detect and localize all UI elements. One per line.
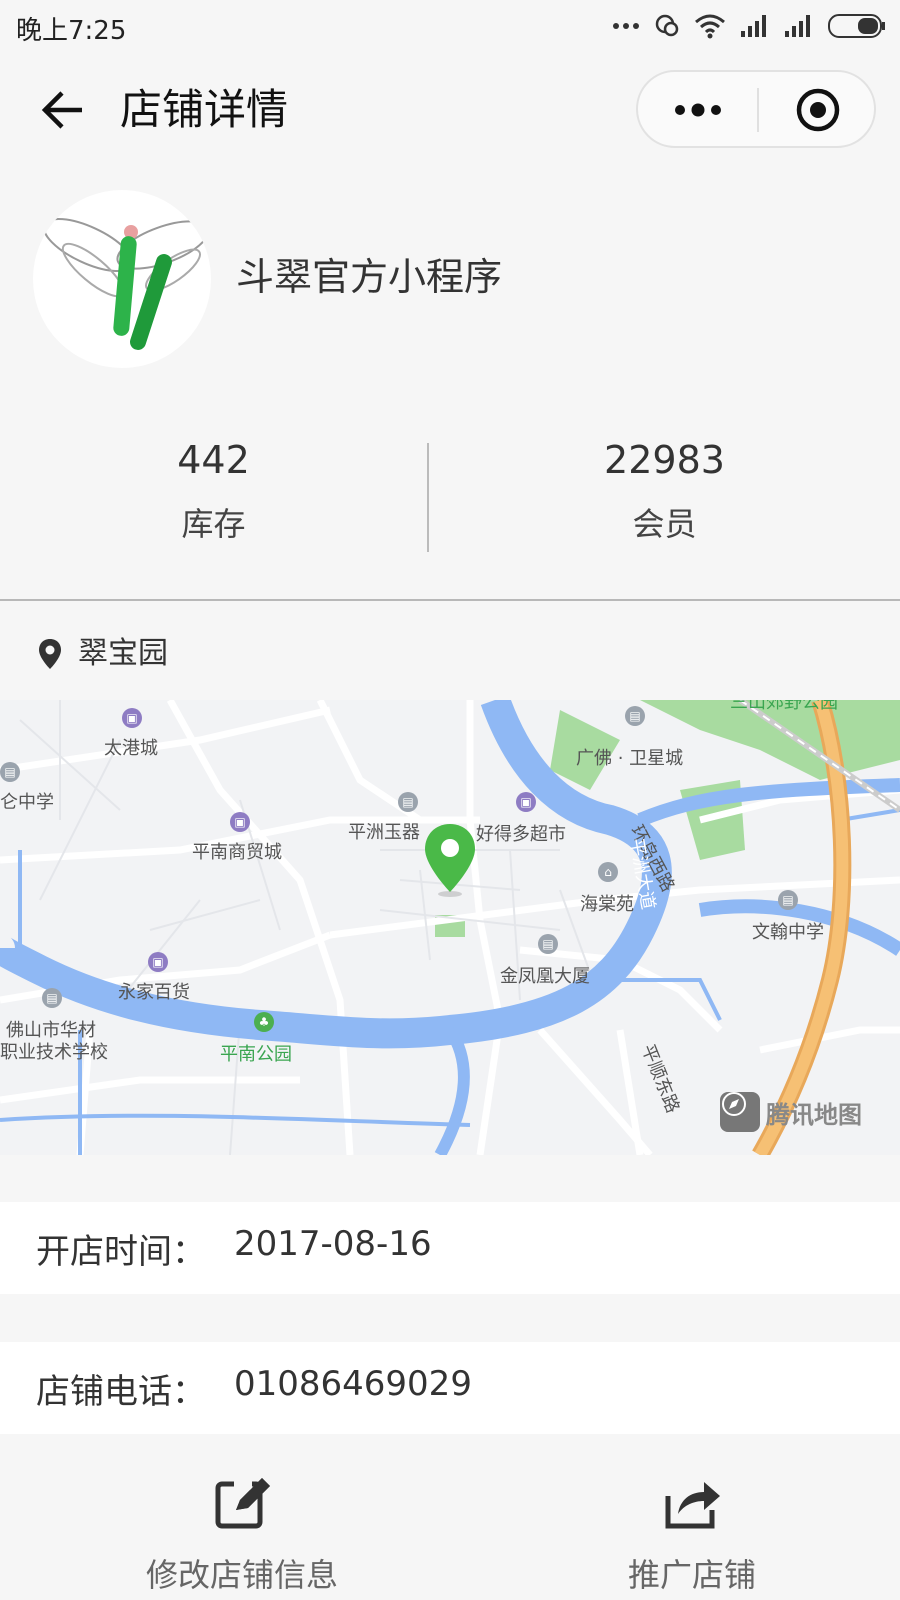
- stat-inventory[interactable]: 442 库存: [0, 435, 427, 545]
- signal-icon: [741, 15, 766, 37]
- map-attribution: 腾讯地图: [720, 1090, 890, 1134]
- capsule-close-button[interactable]: [778, 82, 858, 138]
- cart-icon: ▣: [148, 952, 168, 972]
- map-label-yongjia: 永家百货: [118, 982, 190, 1003]
- back-button[interactable]: [34, 82, 90, 138]
- map-label-haode: 好得多超市: [476, 824, 566, 845]
- map-label-wenhan: 文翰中学: [752, 922, 824, 943]
- building-icon: ▤: [398, 792, 418, 812]
- miniapp-capsule: [636, 70, 876, 148]
- building-icon: ▤: [538, 934, 558, 954]
- edit-icon: [215, 1478, 270, 1529]
- edit-shop-label: 修改店铺信息: [145, 1556, 338, 1594]
- school-icon: ▤: [42, 988, 62, 1008]
- cart-icon: ▣: [516, 792, 536, 812]
- location-name: 翠宝园: [78, 636, 168, 671]
- shop-name: 斗翠官方小程序: [236, 255, 503, 299]
- map-label-pingzhou-yuqi: 平洲玉器: [348, 822, 420, 843]
- school-icon: ▤: [778, 890, 798, 910]
- stat-members[interactable]: 22983 会员: [429, 435, 900, 545]
- shop-stats: 442 库存 22983 会员: [0, 435, 900, 555]
- map-label-jinfenghuang: 金凤凰大厦: [500, 966, 590, 987]
- home-icon: ⌂: [598, 862, 618, 882]
- phone-row[interactable]: 店铺电话： 01086469029: [0, 1342, 900, 1434]
- status-bar: 晚上7:25: [0, 0, 900, 54]
- shop-avatar: [33, 190, 211, 368]
- bottom-action-bar: 修改店铺信息 推广店铺: [0, 1434, 900, 1600]
- signal-icon-2: [785, 15, 810, 37]
- compass-icon: [720, 1092, 760, 1132]
- wifi-icon: [695, 14, 725, 39]
- open-date-row: 开店时间： 2017-08-16: [0, 1202, 900, 1294]
- location-pin-icon: [39, 639, 61, 669]
- map-label-haitang: 海棠苑: [580, 894, 634, 915]
- promote-shop-button[interactable]: 推广店铺: [542, 1474, 842, 1596]
- shopping-icon: ▣: [122, 708, 142, 728]
- map-view[interactable]: ▣ 太港城 ▤ 广佛 · 卫星城 ▤ 仑中学 ▣ 平南商贸城 ▤ 平洲玉器 ▣ …: [0, 700, 900, 1155]
- stat-members-value: 22983: [604, 438, 725, 482]
- sync-icon: [655, 14, 679, 37]
- stats-divider: [427, 443, 429, 552]
- school-icon: ▤: [0, 762, 20, 782]
- section-divider: [0, 599, 900, 601]
- phone-label: 店铺电话：: [36, 1372, 206, 1412]
- page-title: 店铺详情: [120, 85, 289, 134]
- map-label-taigang: 太港城: [104, 738, 158, 759]
- open-date-label: 开店时间：: [36, 1232, 206, 1272]
- dragonfly-logo-icon: [42, 217, 210, 350]
- map-pin-icon: [425, 824, 475, 897]
- stat-inventory-label: 库存: [181, 505, 246, 543]
- capsule-divider: [757, 88, 759, 132]
- share-icon: [665, 1482, 720, 1529]
- map-label-top-park: 三山郊野公园: [730, 700, 838, 713]
- map-label-pingnan-shangmao: 平南商贸城: [192, 842, 282, 863]
- status-time: 晚上7:25: [16, 16, 127, 46]
- map-label-pingnan-park: 平南公园: [220, 1044, 292, 1065]
- park-icon: ♣: [254, 1012, 274, 1032]
- map-label-zhongxue: 仑中学: [0, 792, 54, 813]
- nav-bar: 店铺详情: [0, 62, 900, 158]
- promote-shop-label: 推广店铺: [627, 1556, 756, 1594]
- map-label-guangfo: 广佛 · 卫星城: [576, 748, 684, 769]
- more-dots-icon: [675, 103, 721, 117]
- shopping-icon: ▣: [230, 812, 250, 832]
- status-icons: [612, 8, 886, 44]
- shop-location[interactable]: 翠宝园: [0, 630, 900, 680]
- edit-shop-button[interactable]: 修改店铺信息: [92, 1474, 392, 1596]
- map-label-foshan-huacai-2: 职业技术学校: [0, 1042, 108, 1063]
- building-icon: ▤: [625, 706, 645, 726]
- more-dots-icon: [613, 23, 639, 29]
- record-circle-icon: [796, 88, 840, 132]
- phone-value[interactable]: 01086469029: [234, 1364, 472, 1404]
- stat-inventory-value: 442: [177, 438, 250, 482]
- open-date-value: 2017-08-16: [234, 1224, 432, 1264]
- map-attribution-text: 腾讯地图: [766, 1100, 862, 1129]
- stat-members-label: 会员: [632, 505, 697, 543]
- shop-header: 斗翠官方小程序: [0, 190, 900, 370]
- arrow-left-icon: [41, 91, 82, 129]
- battery-icon: [828, 14, 885, 38]
- capsule-more-button[interactable]: [658, 82, 738, 138]
